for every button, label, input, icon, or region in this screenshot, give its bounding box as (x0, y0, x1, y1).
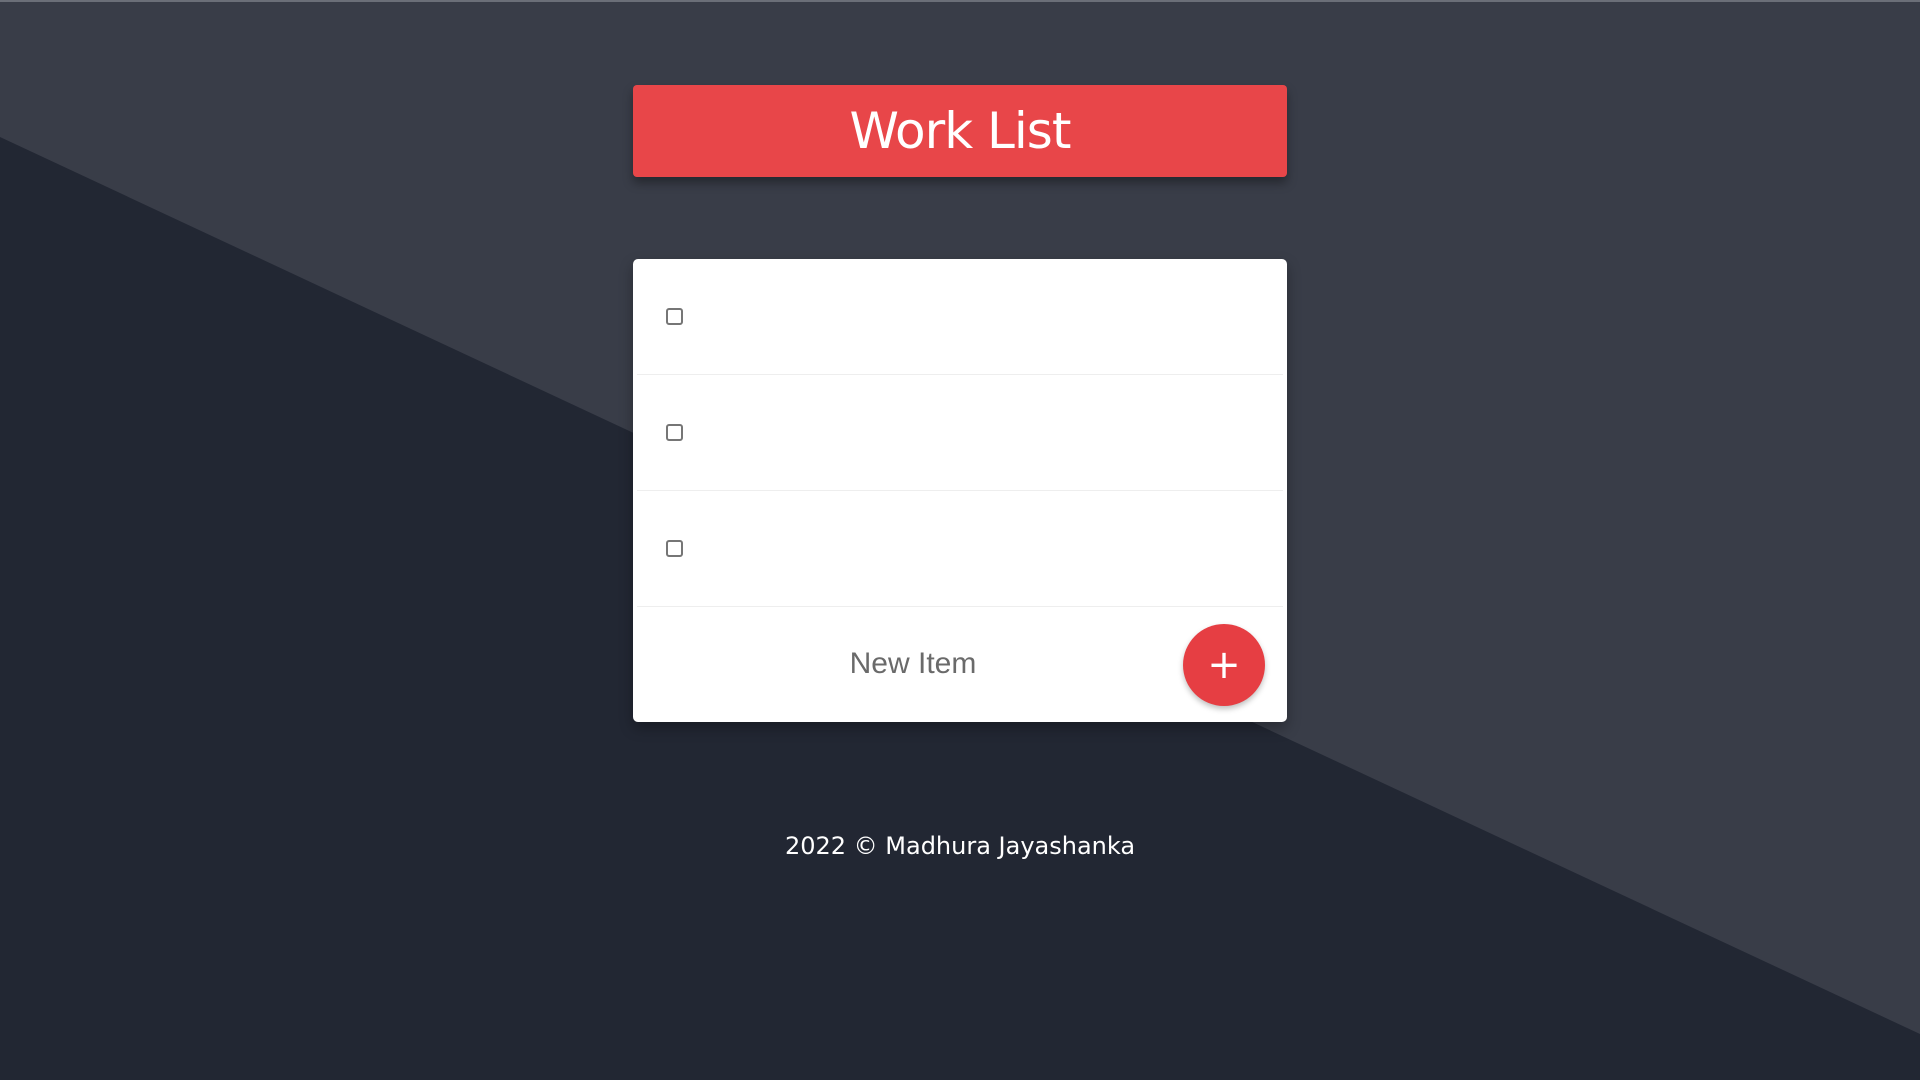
list-item (637, 259, 1283, 375)
add-item-button[interactable]: + (1183, 624, 1265, 706)
work-list-card: + (633, 259, 1287, 722)
new-item-row: + (633, 607, 1287, 722)
item-checkbox[interactable] (666, 540, 683, 557)
footer-copyright: 2022 © Madhura Jayashanka (784, 832, 1136, 860)
item-checkbox[interactable] (666, 308, 683, 325)
item-checkbox[interactable] (666, 424, 683, 441)
list-item (637, 375, 1283, 491)
list-item (637, 491, 1283, 607)
page-title: Work List (849, 102, 1072, 160)
title-box: Work List (633, 85, 1287, 177)
top-border (0, 0, 1920, 2)
new-item-input[interactable] (733, 642, 1093, 686)
